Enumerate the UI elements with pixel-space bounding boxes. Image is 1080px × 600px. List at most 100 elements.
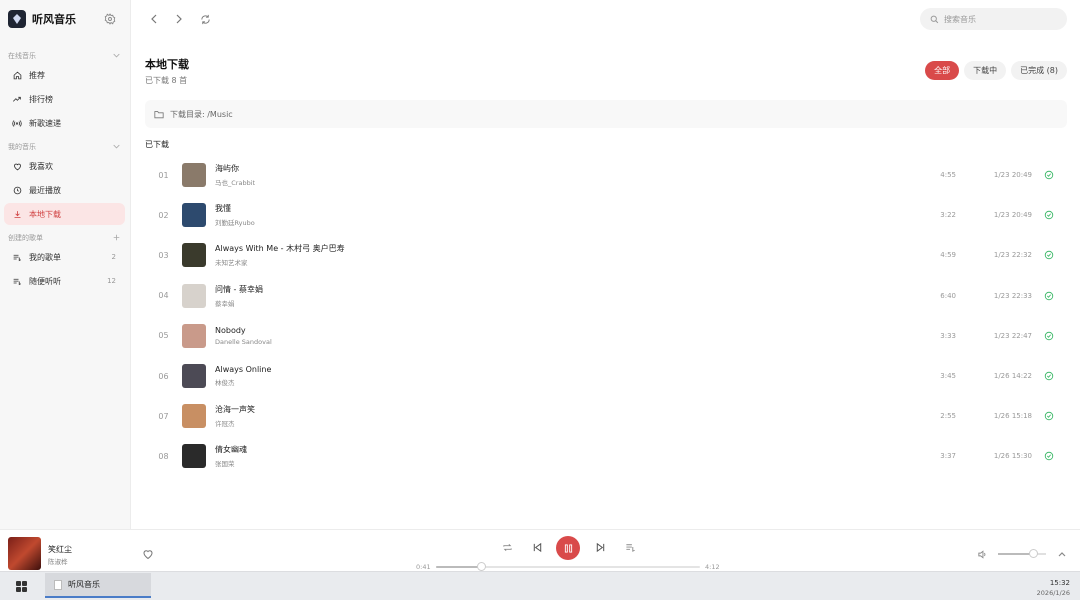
plus-icon[interactable]: [113, 234, 120, 243]
sidebar-item[interactable]: 推荐: [4, 64, 125, 86]
chevron-down-icon[interactable]: [113, 52, 120, 60]
now-playing-title[interactable]: 笑红尘: [48, 544, 72, 555]
queue-icon: [625, 543, 635, 552]
sidebar-item-label: 新歌速递: [29, 118, 61, 128]
sidebar-item[interactable]: 我喜欢: [4, 155, 125, 177]
start-menu-icon[interactable]: [16, 581, 27, 592]
volume-icon[interactable]: [977, 549, 988, 560]
song-row[interactable]: 03 Always With Me - 木村弓 奥户巴寿 未知艺术家 4:59 …: [145, 235, 1067, 275]
sidebar-section-header[interactable]: 创建的歌单: [0, 231, 130, 245]
heart-icon: [12, 161, 22, 171]
song-title: 倩女幽魂: [215, 445, 247, 455]
sidebar-section-header[interactable]: 我的音乐: [0, 140, 130, 154]
song-duration: 4:59: [940, 251, 956, 260]
previous-button[interactable]: [531, 541, 543, 553]
radio-icon: [12, 118, 22, 128]
song-index: 01: [158, 170, 169, 180]
chevron-down-icon[interactable]: [113, 143, 120, 151]
gear-icon[interactable]: [104, 13, 116, 25]
song-duration: 6:40: [940, 291, 956, 300]
folder-icon: [154, 110, 164, 118]
total-time: 4:12: [705, 563, 720, 571]
song-row[interactable]: 05 Nobody Danelle Sandoval 3:33 1/23 22:…: [145, 316, 1067, 356]
check-circle-icon: [1044, 452, 1054, 461]
pause-button[interactable]: [556, 536, 580, 560]
progress-handle[interactable]: [476, 562, 486, 571]
progress-bar[interactable]: [436, 562, 700, 571]
sidebar-item-label: 推荐: [29, 70, 45, 80]
song-cover: [182, 243, 206, 268]
taskbar-app[interactable]: 听风音乐: [45, 573, 151, 598]
song-index: 06: [158, 371, 169, 381]
sidebar-item[interactable]: 我的歌单 2: [4, 246, 125, 268]
page-title: 本地下载: [145, 58, 189, 71]
volume-handle[interactable]: [1028, 549, 1038, 558]
chevron-up-icon[interactable]: [1057, 549, 1067, 559]
playlist-count: 2: [111, 253, 116, 261]
playlist-icon: [12, 276, 22, 286]
check-circle-icon: [1044, 291, 1054, 300]
heart-icon[interactable]: [142, 548, 154, 560]
sidebar-item-label: 随便听听: [29, 276, 61, 286]
repeat-button[interactable]: [501, 541, 513, 553]
os-taskbar: 听风音乐 15:32 2026/1/26: [0, 571, 1080, 600]
refresh-button[interactable]: [199, 12, 211, 26]
filter-chip[interactable]: 全部: [925, 61, 960, 80]
back-button[interactable]: [148, 12, 160, 26]
sidebar: 听风音乐 在线音乐 推荐 排行榜 新歌速递 我的音乐 我喜欢 最近播放 本地下载 创建的歌单 我的…: [0, 0, 131, 529]
download-time: 1/23 20:49: [993, 171, 1032, 180]
download-directory-label: 下载目录: /Music: [170, 109, 233, 119]
sidebar-item[interactable]: 随便听听 12: [4, 270, 125, 292]
song-row[interactable]: 04 问情 - 蔡幸娟 蔡幸娟 6:40 1/23 22:33: [145, 276, 1067, 316]
sidebar-item[interactable]: 新歌速递: [4, 112, 125, 134]
search-icon: [930, 15, 939, 23]
filter-chip[interactable]: 下载中: [964, 61, 1007, 80]
filter-chip[interactable]: 已完成 (8): [1011, 61, 1067, 80]
download-time: 1/23 22:47: [993, 331, 1032, 340]
song-artist: 未知艺术家: [215, 259, 248, 268]
player-bar: 笑红尘 陈淑桦 0:41 4:12: [0, 529, 1080, 571]
sidebar-section-header[interactable]: 在线音乐: [0, 49, 130, 63]
song-list: 01 海屿你 马也_Crabbit 4:55 1/23 20:49 02 我懂 …: [145, 155, 1067, 477]
search-input[interactable]: [944, 14, 1054, 24]
song-title: 沧海一声笑: [215, 405, 255, 415]
download-time: 1/26 15:30: [993, 452, 1032, 461]
check-circle-icon: [1044, 371, 1054, 381]
check-circle-icon: [1044, 211, 1054, 220]
clock-time: 15:32: [1049, 579, 1070, 587]
song-row[interactable]: 01 海屿你 马也_Crabbit 4:55 1/23 20:49: [145, 155, 1067, 195]
sidebar-item[interactable]: 排行榜: [4, 88, 125, 110]
clock-icon: [12, 185, 22, 195]
playlist-icon: [12, 252, 22, 262]
now-playing-artist[interactable]: 陈淑桦: [48, 556, 68, 566]
song-duration: 3:45: [940, 372, 956, 381]
now-playing-cover[interactable]: [8, 537, 41, 570]
song-row[interactable]: 08 倩女幽魂 张国荣 3:37 1/26 15:30: [145, 436, 1067, 476]
sidebar-item[interactable]: 最近播放: [4, 179, 125, 201]
song-row[interactable]: 07 沧海一声笑 许冠杰 2:55 1/26 15:18: [145, 396, 1067, 436]
main-content: 本地下载 已下载 8 首 全部 下载中 已完成 (8) 下载目录: /Music 已…: [131, 38, 1080, 529]
system-clock[interactable]: 15:32 2026/1/26: [1037, 578, 1070, 598]
queue-button[interactable]: [624, 541, 636, 553]
next-button[interactable]: [594, 541, 606, 553]
sidebar-item-label: 本地下载: [29, 209, 61, 219]
skip-forward-icon: [596, 542, 604, 552]
sidebar-section-label: 在线音乐: [8, 52, 36, 60]
download-time: 1/26 15:18: [993, 412, 1032, 421]
song-index: 07: [158, 411, 169, 421]
download-directory[interactable]: 下载目录: /Music: [145, 100, 1067, 128]
song-row[interactable]: 06 Always Online 林俊杰 3:45 1/26 14:22: [145, 356, 1067, 396]
volume-slider[interactable]: [998, 549, 1046, 558]
volume-fill: [998, 553, 1033, 555]
forward-button[interactable]: [173, 12, 185, 26]
app-name: 听风音乐: [32, 13, 76, 26]
sidebar-section-label: 我的音乐: [8, 143, 36, 151]
check-circle-icon: [1044, 251, 1054, 260]
search-box[interactable]: [920, 8, 1067, 30]
song-cover: [182, 364, 206, 389]
list-heading: 已下载: [145, 140, 169, 149]
sidebar-item[interactable]: 本地下载: [4, 203, 125, 225]
download-time: 1/23 22:32: [993, 251, 1032, 260]
song-row[interactable]: 02 我懂 刘勤廷Ryubo 3:22 1/23 20:49: [145, 195, 1067, 235]
sidebar-item-label: 我的歌单: [29, 252, 61, 262]
